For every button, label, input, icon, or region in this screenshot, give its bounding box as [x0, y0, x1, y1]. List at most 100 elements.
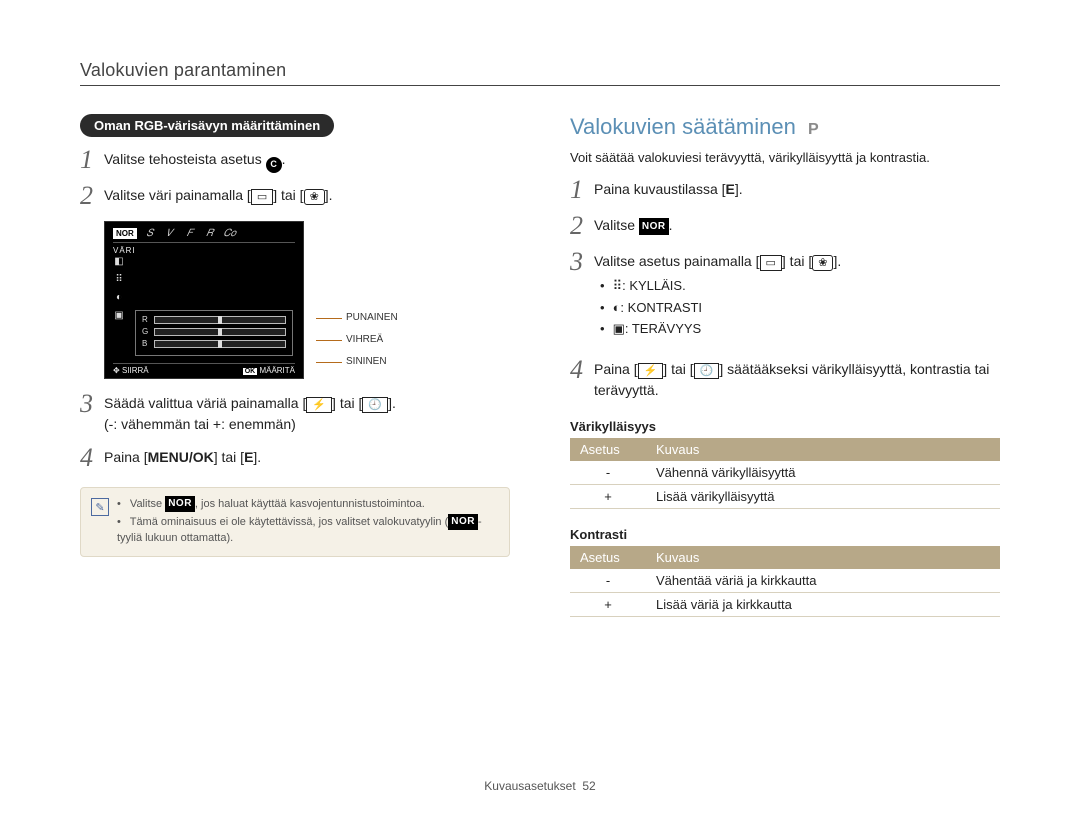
callout-red: PUNAINEN: [316, 312, 398, 323]
table-label-contrast: Kontrasti: [570, 527, 1000, 542]
step-number: 3: [570, 249, 594, 275]
slider-r: [154, 316, 286, 324]
cell-setting: +: [570, 484, 646, 508]
lcd-top-bar: NOR 𝑆 𝑉 𝐹 𝑅 𝐶𝑜: [113, 228, 295, 243]
footer-page-number: 52: [582, 779, 595, 793]
step-text: Paina kuvaustilassa [: [594, 181, 726, 197]
contrast-icon: ◐: [113, 292, 125, 303]
slider-row-g: G: [142, 327, 286, 336]
two-column-layout: Oman RGB-värisävyn määrittäminen 1 Valit…: [80, 114, 1000, 617]
mode-icon: 𝑅: [203, 228, 217, 239]
flash-icon: ⚡: [306, 397, 332, 413]
bullet-saturation: ⠿: KYLLÄIS.: [600, 276, 1000, 296]
mode-icon: 𝑆: [143, 228, 157, 239]
saturation-table: Asetus Kuvaus - Vähennä värikylläisyyttä…: [570, 438, 1000, 509]
th-kuvaus: Kuvaus: [646, 438, 1000, 461]
note-box: ✎ Valitse NOR, jos haluat käyttää kasvoj…: [80, 487, 510, 557]
step-number: 2: [570, 213, 594, 239]
cell-desc: Lisää väriä ja kirkkautta: [646, 592, 1000, 616]
step-text: Valitse asetus painamalla [: [594, 253, 760, 269]
step-number: 4: [570, 357, 594, 383]
left-column: Oman RGB-värisävyn määrittäminen 1 Valit…: [80, 114, 510, 617]
step-number: 2: [80, 183, 104, 209]
rgb-sliders: R G B: [135, 310, 293, 356]
step-text: ].: [388, 395, 396, 411]
step-1: 1 Paina kuvaustilassa [E].: [570, 179, 1000, 203]
cell-desc: Vähentää väriä ja kirkkautta: [646, 569, 1000, 593]
lcd-preview-wrap: NOR 𝑆 𝑉 𝐹 𝑅 𝐶𝑜 VÄRI ◧ ⠿ ◐ ▣: [104, 221, 510, 379]
move-icon: ✥: [113, 366, 120, 375]
step-text: ] tai [: [663, 361, 693, 377]
color-callouts: PUNAINEN VIHREÄ SININEN: [316, 312, 398, 367]
table-row: - Vähentää väriä ja kirkkautta: [570, 569, 1000, 593]
step-2: 2 Valitse väri painamalla [▭] tai [❀].: [80, 185, 510, 209]
display-icon: ▭: [760, 255, 782, 271]
table-row: + Lisää värikylläisyyttä: [570, 484, 1000, 508]
section-header-pill: Oman RGB-värisävyn määrittäminen: [80, 114, 334, 137]
page-footer: Kuvausasetukset 52: [0, 779, 1080, 793]
lcd-siirra-label: SIIRRÄ: [122, 366, 149, 375]
table-label-saturation: Värikylläisyys: [570, 419, 1000, 434]
bullet-contrast: ◐: KONTRASTI: [600, 298, 1000, 318]
ok-badge: OK: [243, 368, 258, 375]
lcd-maarita-label: MÄÄRITÄ: [259, 366, 295, 375]
lcd-vari-label: VÄRI: [113, 246, 295, 255]
contrast-table: Asetus Kuvaus - Vähentää väriä ja kirkka…: [570, 546, 1000, 617]
step-text: Paina [: [594, 361, 638, 377]
step-1: 1 Valitse tehosteista asetus C.: [80, 149, 510, 173]
note-item: Valitse NOR, jos haluat käyttää kasvojen…: [117, 496, 499, 512]
table-row: + Lisää väriä ja kirkkautta: [570, 592, 1000, 616]
step-text: ].: [735, 181, 743, 197]
lcd-left-icons: ◧ ⠿ ◐ ▣: [113, 256, 125, 321]
mode-icon: 𝑉: [163, 228, 177, 239]
table-row: - Vähennä värikylläisyyttä: [570, 461, 1000, 485]
step-subtext: (-: vähemmän tai +: enemmän): [104, 416, 296, 432]
saturation-icon: ⠿: [113, 274, 125, 285]
cell-desc: Vähennä värikylläisyyttä: [646, 461, 1000, 485]
step-text: Valitse: [594, 217, 639, 233]
right-column: Valokuvien säätäminen P Voit säätää valo…: [570, 114, 1000, 617]
step-4: 4 Paina [⚡] tai [🕘] säätääkseksi värikyl…: [570, 359, 1000, 401]
steps-list-right: 1 Paina kuvaustilassa [E]. 2 Valitse NOR…: [570, 179, 1000, 401]
document-page: Valokuvien parantaminen Oman RGB-värisäv…: [0, 0, 1080, 815]
note-item: Tämä ominaisuus ei ole käytettävissä, jo…: [117, 514, 499, 546]
mode-icon: 𝐶𝑜: [223, 228, 237, 239]
step-text: Säädä valittua väriä painamalla [: [104, 395, 306, 411]
slider-row-r: R: [142, 315, 286, 324]
page-title: Valokuvien parantaminen: [80, 60, 1000, 86]
step-text: ] tai [: [782, 253, 812, 269]
step-text: ].: [325, 187, 333, 203]
step-text: Paina [: [104, 449, 148, 465]
table-header-row: Asetus Kuvaus: [570, 438, 1000, 461]
th-kuvaus: Kuvaus: [646, 546, 1000, 569]
footer-section: Kuvausasetukset: [484, 779, 575, 793]
custom-color-icon: C: [266, 157, 282, 173]
step-text: ].: [253, 449, 261, 465]
note-list: Valitse NOR, jos haluat käyttää kasvojen…: [117, 496, 499, 548]
menu-ok-key: MENU/OK: [148, 449, 214, 465]
step-4: 4 Paina [MENU/OK] tai [E].: [80, 447, 510, 471]
step-number: 1: [80, 147, 104, 173]
table-header-row: Asetus Kuvaus: [570, 546, 1000, 569]
slider-g: [154, 328, 286, 336]
mode-icon: 𝐹: [183, 228, 197, 239]
nor-inline: NOR: [448, 514, 478, 530]
note-icon: ✎: [91, 498, 109, 516]
section-heading: Valokuvien säätäminen P: [570, 114, 1000, 140]
timer-icon: 🕘: [362, 397, 388, 413]
step-text: ] tai [: [332, 395, 362, 411]
step-text: Valitse tehosteista asetus: [104, 151, 266, 167]
step-text: Valitse väri painamalla [: [104, 187, 251, 203]
e-key: E: [726, 181, 735, 197]
step-number: 1: [570, 177, 594, 203]
lcd-bottom-bar: ✥ SIIRRÄ OK MÄÄRITÄ: [113, 363, 295, 375]
nor-inline: NOR: [165, 496, 195, 512]
nor-inline: NOR: [639, 218, 669, 235]
macro-icon: ❀: [812, 255, 833, 271]
th-asetus: Asetus: [570, 546, 646, 569]
cell-desc: Lisää värikylläisyyttä: [646, 484, 1000, 508]
step-3: 3 Säädä valittua väriä painamalla [⚡] ta…: [80, 393, 510, 435]
slider-row-b: B: [142, 339, 286, 348]
th-asetus: Asetus: [570, 438, 646, 461]
callout-green: VIHREÄ: [316, 334, 398, 345]
